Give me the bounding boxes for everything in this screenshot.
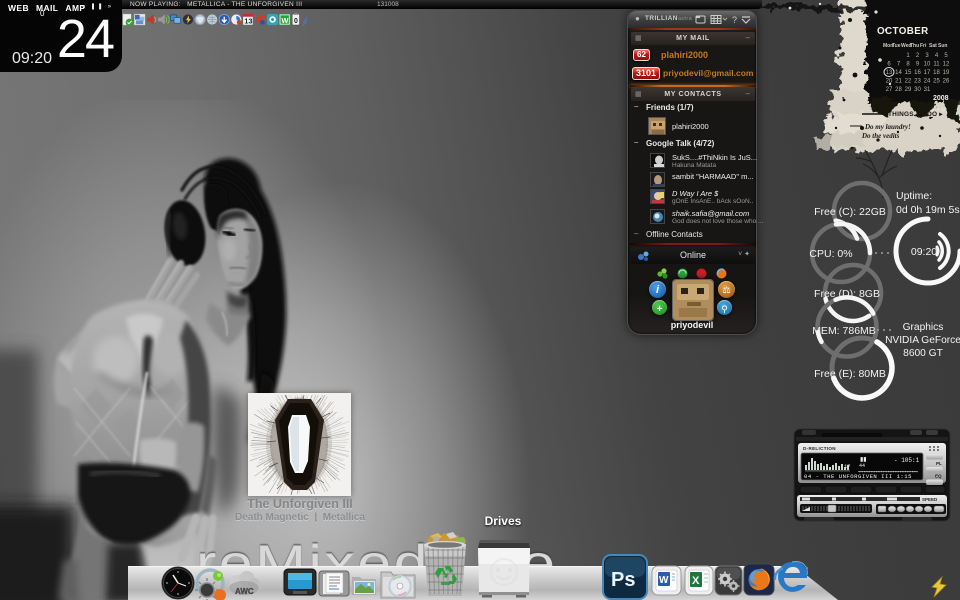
svg-text:14: 14 <box>895 70 902 76</box>
svg-text:23: 23 <box>914 79 921 85</box>
svg-text:04 - THE UNFORGIVEN III 1:15: 04 - THE UNFORGIVEN III 1:15 <box>804 473 912 480</box>
svg-text:2008: 2008 <box>933 95 949 102</box>
svg-text:X: X <box>692 575 700 587</box>
svg-text:Free (C): 22GB: Free (C): 22GB <box>814 206 886 218</box>
svg-text:10: 10 <box>924 62 931 68</box>
svg-text:0d 0h 19m 5s: 0d 0h 19m 5s <box>896 204 960 216</box>
svg-text:Graphics: Graphics <box>903 322 944 333</box>
svg-text:11: 11 <box>933 62 940 68</box>
svg-text:Tue: Tue <box>892 43 901 49</box>
svg-text:17: 17 <box>924 70 931 76</box>
svg-text:AWC: AWC <box>235 587 254 596</box>
svg-text:PL: PL <box>936 461 942 466</box>
svg-text:31: 31 <box>924 87 931 93</box>
svg-text:SPEED: SPEED <box>922 497 938 502</box>
svg-text:W: W <box>281 16 289 25</box>
svg-text:16: 16 <box>914 70 921 76</box>
svg-text:19: 19 <box>943 70 950 76</box>
svg-text:Sun: Sun <box>938 43 947 49</box>
svg-text:EQ: EQ <box>935 474 942 479</box>
svg-text:20: 20 <box>886 79 893 85</box>
svg-text:18: 18 <box>933 70 940 76</box>
svg-text:21: 21 <box>895 79 902 85</box>
svg-text:W: W <box>659 575 669 586</box>
svg-text:8600 GT: 8600 GT <box>903 348 943 359</box>
svg-text:▮▮: ▮▮ <box>860 456 867 463</box>
svg-text:44: 44 <box>859 463 865 469</box>
svg-text:29: 29 <box>905 87 912 93</box>
svg-text:0: 0 <box>294 18 298 25</box>
svg-text:15: 15 <box>905 70 912 76</box>
svg-text:?: ? <box>732 15 737 25</box>
svg-text:Do the vedits: Do the vedits <box>861 132 900 140</box>
svg-text:22: 22 <box>905 79 912 85</box>
svg-text:24: 24 <box>924 79 931 85</box>
svg-text:09:20: 09:20 <box>911 246 937 258</box>
svg-text:Fri: Fri <box>920 43 927 49</box>
svg-text:25: 25 <box>933 79 940 85</box>
svg-text:OCTOBER: OCTOBER <box>877 26 929 37</box>
svg-text:THINGS TO DO ▸: THINGS TO DO ▸ <box>888 111 943 118</box>
svg-text:CPU: 0%: CPU: 0% <box>809 248 852 260</box>
svg-text:D-RELICTION: D-RELICTION <box>803 446 836 451</box>
svg-text:Sat: Sat <box>929 43 937 49</box>
svg-text:MEM: 786MB: MEM: 786MB <box>812 325 876 337</box>
svg-text:12: 12 <box>943 62 950 68</box>
svg-text:17: 17 <box>844 463 851 470</box>
svg-text:- 105:1: - 105:1 <box>894 457 920 464</box>
svg-text:Free (D): 8GB: Free (D): 8GB <box>814 288 880 300</box>
svg-text:NVIDIA GeForce: NVIDIA GeForce <box>885 335 960 346</box>
svg-text:Uptime:: Uptime: <box>896 190 932 202</box>
svg-text:27: 27 <box>886 87 893 93</box>
svg-text:Ps: Ps <box>611 569 635 591</box>
svg-text:30: 30 <box>914 87 921 93</box>
svg-text:Do my laundry!: Do my laundry! <box>864 123 911 131</box>
svg-text:28: 28 <box>895 87 902 93</box>
svg-text:Thu: Thu <box>910 43 919 49</box>
svg-text:Free (E): 80MB: Free (E): 80MB <box>814 368 886 380</box>
svg-text:13: 13 <box>244 17 252 26</box>
svg-text:26: 26 <box>943 79 950 85</box>
